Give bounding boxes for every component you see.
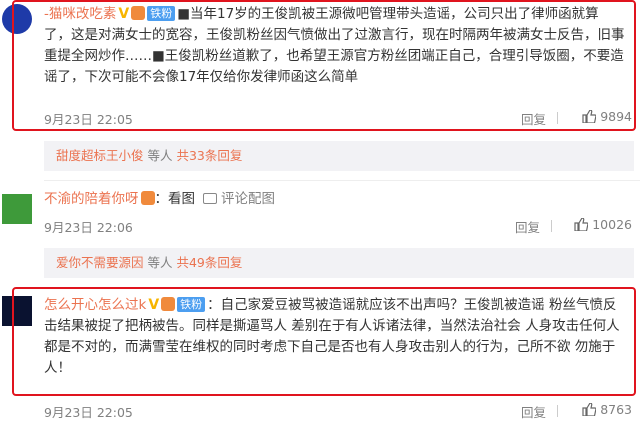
username[interactable]: 不渝的陪着你呀 <box>44 191 139 207</box>
subreply-text: 等人 <box>143 255 177 270</box>
subreply-user[interactable]: 爱你不需要源因 <box>56 255 144 270</box>
view-image-link[interactable]: 看图 <box>168 191 195 207</box>
like-button[interactable]: 8763 <box>582 402 632 417</box>
like-button[interactable]: 10026 <box>574 217 632 232</box>
image-comment-link[interactable]: 评论配图 <box>221 191 275 207</box>
highlight-box-2 <box>12 287 636 396</box>
avatar[interactable] <box>2 194 32 224</box>
subreply-user[interactable]: 甜度超标王小俊 <box>56 148 144 163</box>
comment-meta: 9月23日 22:05 回复 8763 <box>44 402 632 420</box>
subreply-count-link[interactable]: 共33条回复 <box>176 148 242 163</box>
comment-text: 不渝的陪着你呀 ：看图 评论配图 <box>44 189 632 210</box>
subreply-text: 等人 <box>143 148 177 163</box>
divider <box>557 405 558 417</box>
colon: ： <box>154 191 169 207</box>
subreply-count-link[interactable]: 共49条回复 <box>176 255 242 270</box>
like-count: 10026 <box>592 217 632 232</box>
timestamp: 9月23日 22:05 <box>44 405 133 420</box>
divider <box>44 180 640 181</box>
thumbs-up-icon <box>582 403 597 416</box>
timestamp: 9月23日 22:06 <box>44 220 133 235</box>
subreply-bar[interactable]: 甜度超标王小俊 等人 共33条回复 <box>44 141 634 171</box>
thumbs-up-icon <box>574 218 589 231</box>
highlight-box-1 <box>12 0 636 131</box>
reply-button[interactable]: 回复 <box>515 217 540 236</box>
divider <box>551 220 552 232</box>
subreply-bar[interactable]: 爱你不需要源因 等人 共49条回复 <box>44 248 634 278</box>
member-badge-icon <box>140 191 155 205</box>
comment-meta: 9月23日 22:06 回复 10026 <box>44 217 632 235</box>
reply-button[interactable]: 回复 <box>521 402 546 421</box>
image-icon <box>203 193 217 204</box>
like-count: 8763 <box>600 402 632 417</box>
